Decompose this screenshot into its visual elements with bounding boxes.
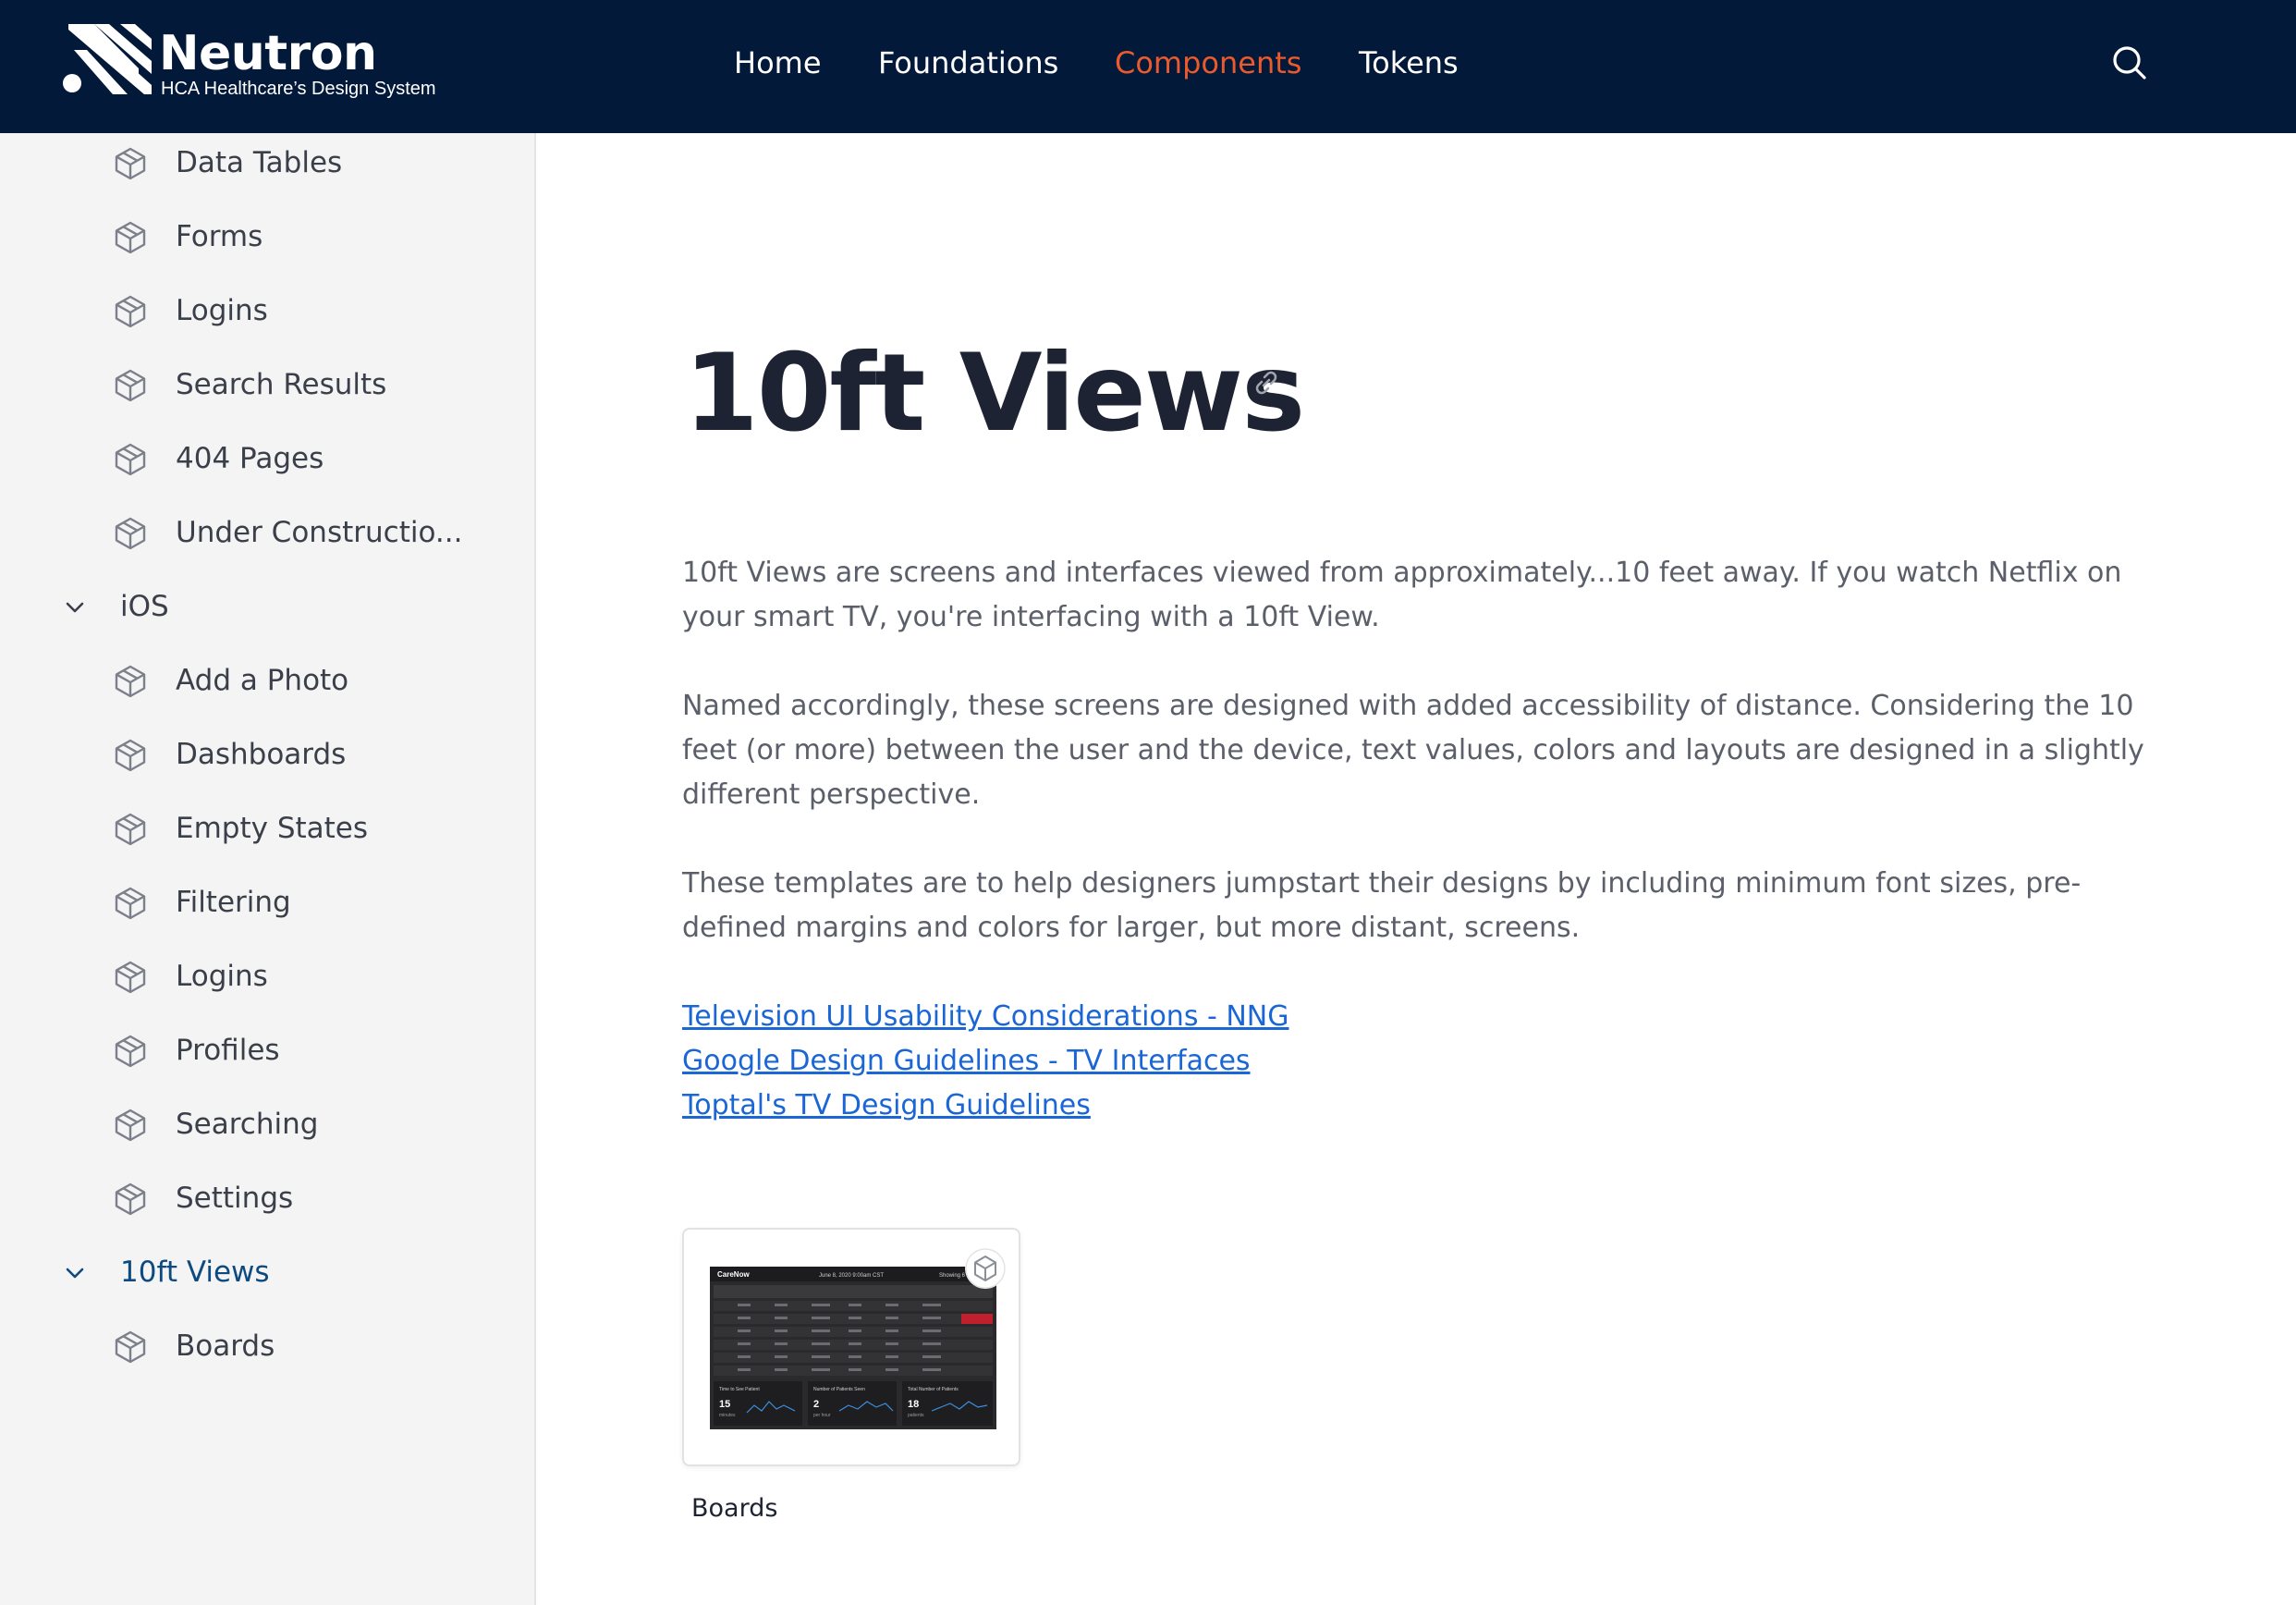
sidebar-item-profiles[interactable]: Profiles: [0, 1019, 534, 1084]
sidebar-item-label: Under Constructio...: [176, 516, 463, 549]
cube-icon: [115, 517, 146, 550]
cube-icon: [965, 1248, 1006, 1289]
cube-icon: [115, 887, 146, 920]
cube-icon: [115, 1330, 146, 1364]
thumb-stat-label: Time to See Patient: [719, 1387, 760, 1392]
sidebar-item-label: Logins: [176, 294, 268, 327]
main-content: 10ft Views 10ft Views are screens and in…: [538, 133, 2296, 1605]
sidebar-item-empty-states[interactable]: Empty States: [0, 797, 534, 862]
sidebar-group-ios[interactable]: iOS: [0, 575, 534, 640]
link-google-tv-guidelines[interactable]: Google Design Guidelines - TV Interfaces: [682, 1039, 1606, 1084]
cube-icon: [115, 813, 146, 846]
link-nng-tv-usability[interactable]: Television UI Usability Considerations -…: [682, 995, 1606, 1039]
sidebar-item-label: Profiles: [176, 1034, 280, 1067]
sidebar-item-forms[interactable]: Forms: [0, 205, 534, 270]
thumb-stat-unit: minutes: [719, 1413, 736, 1418]
sidebar-item-under-constructio[interactable]: Under Constructio...: [0, 501, 534, 566]
cube-icon: [115, 1035, 146, 1068]
intro-paragraph: 10ft Views are screens and interfaces vi…: [682, 557, 2122, 633]
sidebar-item-filtering[interactable]: Filtering: [0, 871, 534, 936]
top-navigation-bar: Neutron HCA Healthcare’s Design System H…: [0, 0, 2296, 133]
templates-paragraph: These templates are to help designers ju…: [682, 867, 2082, 944]
sidebar-item-label: Filtering: [176, 886, 291, 919]
sidebar-item-search-results[interactable]: Search Results: [0, 353, 534, 418]
boards-card-caption[interactable]: Boards: [691, 1492, 777, 1525]
sidebar-item-label: 404 Pages: [176, 442, 324, 475]
cube-icon: [115, 443, 146, 476]
sidebar-item-label: Dashboards: [176, 738, 347, 771]
sidebar-item-label: Boards: [176, 1329, 275, 1363]
sidebar-group-10ft-views[interactable]: 10ft Views: [0, 1241, 534, 1305]
sidebar-item-label: Forms: [176, 220, 263, 253]
thumb-app-name: CareNow: [717, 1270, 750, 1279]
cube-icon: [115, 221, 146, 254]
accessibility-paragraph: Named accordingly, these screens are des…: [682, 690, 2144, 811]
sidebar-item-label: Search Results: [176, 368, 387, 401]
sidebar-item-label: 10ft Views: [120, 1256, 270, 1289]
reference-links: Television UI Usability Considerations -…: [682, 995, 1606, 1128]
nav-foundations[interactable]: Foundations: [878, 44, 1058, 81]
sidebar-item-label: Logins: [176, 960, 268, 993]
sidebar-item-logins[interactable]: Logins: [0, 279, 534, 344]
cube-icon: [115, 1109, 146, 1142]
cube-icon: [115, 1182, 146, 1216]
cube-icon: [115, 665, 146, 698]
thumb-stats-row: Time to See Patient 15 minutes Number of…: [714, 1381, 993, 1426]
sidebar: Data Tables Forms Logins Search Results 404 …: [0, 133, 536, 1605]
page-title: 10ft Views: [684, 331, 1305, 456]
thumb-stat-label: Number of Patients Seen: [813, 1387, 865, 1392]
chevron-down-icon[interactable]: [61, 1259, 89, 1287]
sidebar-item-logins[interactable]: Logins: [0, 945, 534, 1010]
link-icon[interactable]: [1250, 366, 1283, 399]
sidebar-item-boards[interactable]: Boards: [0, 1315, 534, 1379]
link-toptal-tv-guidelines[interactable]: Toptal's TV Design Guidelines: [682, 1084, 1606, 1128]
cube-icon: [115, 961, 146, 994]
thumb-stat-value: 2: [813, 1399, 819, 1410]
sidebar-item-add-a-photo[interactable]: Add a Photo: [0, 649, 534, 714]
nav-tokens[interactable]: Tokens: [1359, 44, 1459, 81]
sidebar-item-label: Add a Photo: [176, 664, 349, 697]
search-icon[interactable]: [2107, 41, 2152, 85]
nav-home[interactable]: Home: [734, 44, 822, 81]
thumb-stat-value: 15: [719, 1399, 730, 1410]
cube-icon: [115, 739, 146, 772]
thumb-stat-label: Total Number of Patients: [908, 1387, 959, 1392]
cube-icon: [115, 369, 146, 402]
sidebar-item-data-tables[interactable]: Data Tables: [0, 131, 534, 196]
thumb-stat-unit: per hour: [813, 1413, 831, 1418]
primary-nav: Home Foundations Components Tokens: [0, 0, 2296, 133]
chevron-down-icon[interactable]: [61, 594, 89, 621]
boards-thumbnail: CareNow June 8, 2020 9:00am CST Showing …: [710, 1267, 996, 1429]
thumb-stat-value: 18: [908, 1399, 919, 1410]
thumb-stat-unit: patients: [908, 1413, 924, 1418]
thumb-date: June 8, 2020 9:00am CST: [819, 1273, 884, 1279]
cube-icon: [115, 295, 146, 328]
sidebar-item-404-pages[interactable]: 404 Pages: [0, 427, 534, 492]
sidebar-item-label: Settings: [176, 1182, 294, 1215]
sidebar-item-label: Searching: [176, 1108, 319, 1141]
nav-components[interactable]: Components: [1115, 44, 1301, 81]
sidebar-item-label: Data Tables: [176, 146, 343, 179]
sidebar-item-searching[interactable]: Searching: [0, 1093, 534, 1158]
sidebar-item-label: iOS: [120, 590, 169, 623]
sidebar-item-label: Empty States: [176, 812, 369, 845]
boards-card[interactable]: CareNow June 8, 2020 9:00am CST Showing …: [682, 1228, 1020, 1466]
sidebar-item-settings[interactable]: Settings: [0, 1167, 534, 1231]
cube-icon: [115, 147, 146, 180]
sidebar-item-dashboards[interactable]: Dashboards: [0, 723, 534, 788]
